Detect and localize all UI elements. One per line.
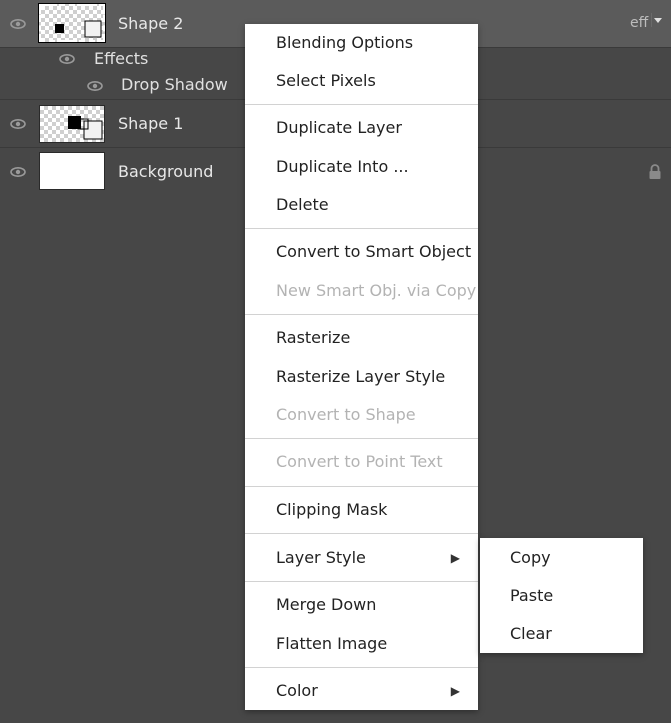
submenu-item-copy[interactable]: Copy	[480, 539, 643, 577]
eye-icon[interactable]	[10, 119, 26, 129]
eye-icon[interactable]	[10, 19, 26, 29]
menu-item-merge-down[interactable]: Merge Down	[245, 586, 478, 624]
menu-item-clipping-mask[interactable]: Clipping Mask	[245, 491, 478, 529]
menu-item-delete[interactable]: Delete	[245, 186, 478, 224]
chevron-down-icon[interactable]	[651, 1, 665, 61]
menu-item-select-pixels[interactable]: Select Pixels	[245, 62, 478, 100]
layer-thumbnail	[38, 3, 106, 43]
menu-item-layer-style[interactable]: Layer Style ▶	[245, 539, 478, 577]
menu-separator	[245, 228, 478, 229]
menu-item-blending-options[interactable]: Blending Options	[245, 24, 478, 62]
triangle-right-icon: ▶	[450, 684, 460, 698]
layer-thumbnail	[39, 152, 105, 190]
menu-item-rasterize[interactable]: Rasterize	[245, 319, 478, 357]
menu-item-duplicate-layer[interactable]: Duplicate Layer	[245, 109, 478, 147]
menu-item-convert-to-shape: Convert to Shape	[276, 405, 416, 424]
menu-separator	[245, 438, 478, 439]
layer-context-menu: Blending Options Select Pixels Duplicate…	[245, 24, 478, 710]
effects-tag[interactable]: eff	[630, 15, 648, 31]
layer-name: Shape 1	[118, 114, 184, 133]
menu-item-new-smart-obj-via-copy: New Smart Obj. via Copy	[276, 281, 477, 300]
submenu-item-paste[interactable]: Paste	[480, 577, 643, 615]
layer-name: Background	[118, 162, 214, 181]
drop-shadow-effect[interactable]: Drop Shadow	[121, 75, 228, 94]
menu-separator	[245, 581, 478, 582]
lock-icon	[648, 164, 662, 184]
menu-item-color[interactable]: Color ▶	[245, 672, 478, 710]
menu-item-rasterize-layer-style[interactable]: Rasterize Layer Style	[245, 358, 478, 396]
menu-item-duplicate-into[interactable]: Duplicate Into ...	[245, 148, 478, 186]
menu-item-convert-to-point-text: Convert to Point Text	[276, 452, 443, 471]
eye-icon[interactable]	[10, 167, 26, 177]
menu-separator	[245, 533, 478, 534]
menu-separator	[245, 667, 478, 668]
layer-style-submenu: Copy Paste Clear	[480, 538, 643, 653]
layer-name: Shape 2	[118, 14, 184, 33]
submenu-item-clear[interactable]: Clear	[480, 615, 643, 653]
eye-icon[interactable]	[59, 54, 75, 64]
effects-label: Effects	[94, 49, 149, 68]
menu-separator	[245, 314, 478, 315]
layer-thumbnail	[39, 105, 105, 143]
triangle-right-icon: ▶	[450, 551, 460, 565]
eye-icon[interactable]	[87, 81, 103, 91]
menu-item-convert-to-smart-object[interactable]: Convert to Smart Object	[245, 233, 478, 271]
menu-separator	[245, 104, 478, 105]
menu-item-flatten-image[interactable]: Flatten Image	[245, 625, 478, 663]
menu-separator	[245, 486, 478, 487]
